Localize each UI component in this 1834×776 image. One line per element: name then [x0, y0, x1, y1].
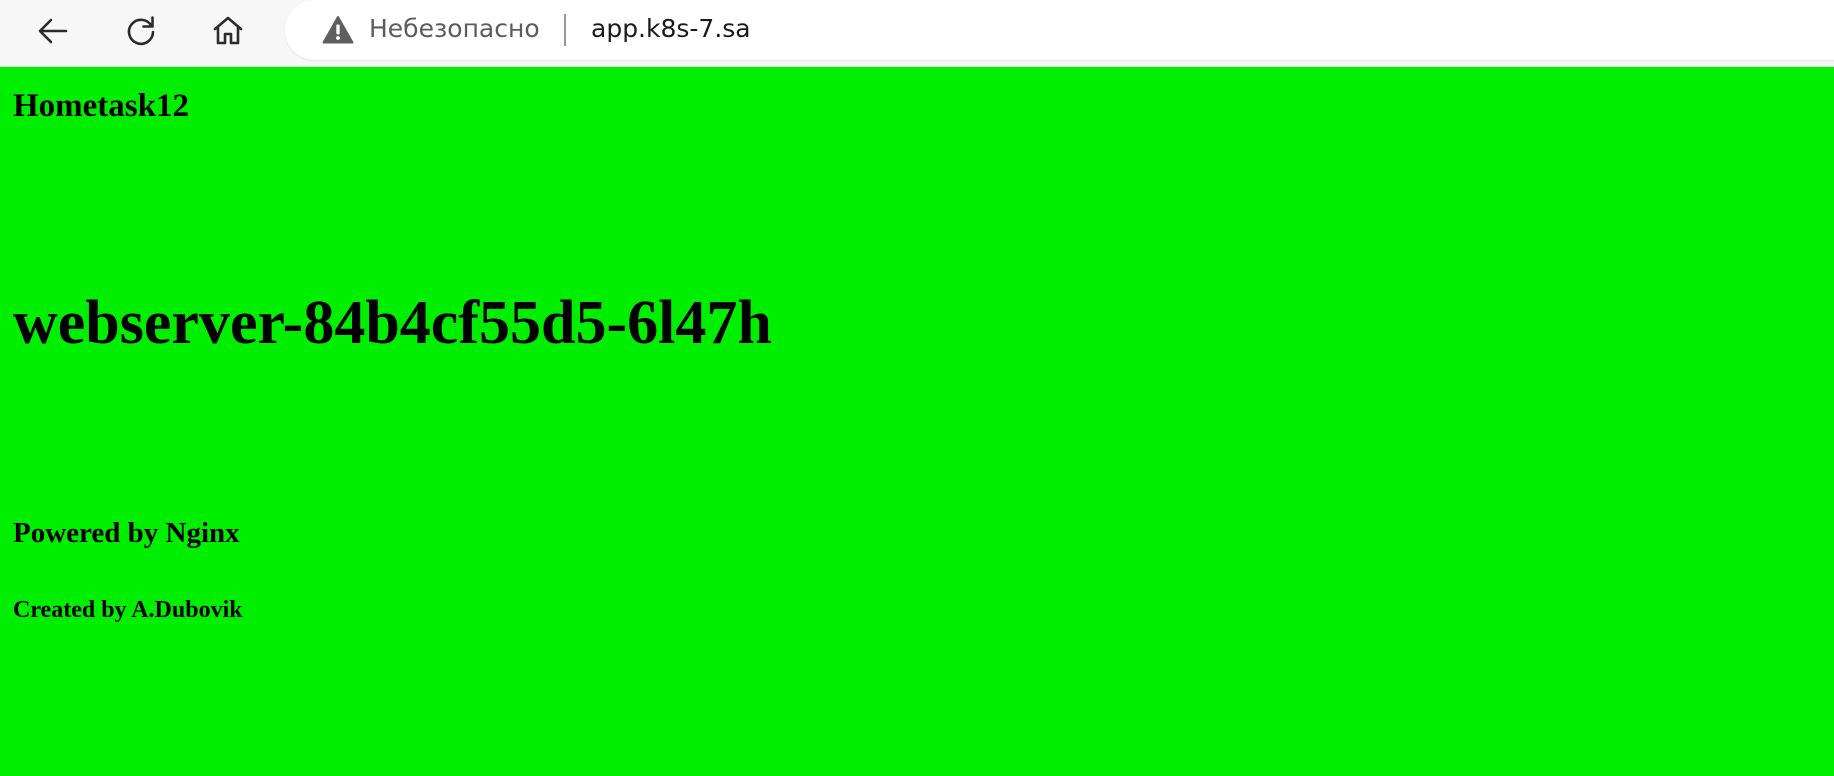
- home-icon: [213, 16, 243, 45]
- address-bar[interactable]: Небезопасно app.k8s-7.sa: [285, 0, 1834, 60]
- warning-triangle-icon[interactable]: [322, 15, 354, 45]
- home-button[interactable]: [206, 9, 250, 53]
- page-title: Hometask12: [13, 88, 189, 124]
- page-content: Hometask12 webserver-84b4cf55d5-6l47h Po…: [0, 68, 1834, 776]
- server-hostname: webserver-84b4cf55d5-6l47h: [13, 289, 772, 357]
- url-text[interactable]: app.k8s-7.sa: [591, 13, 751, 45]
- security-status-label[interactable]: Небезопасно: [369, 13, 540, 45]
- browser-toolbar: Небезопасно app.k8s-7.sa: [0, 0, 1834, 67]
- created-by-text: Created by A.Dubovik: [13, 597, 243, 623]
- reload-button[interactable]: [119, 9, 163, 53]
- reload-icon: [127, 16, 155, 46]
- arrow-left-icon: [38, 18, 68, 44]
- powered-by-text: Powered by Nginx: [13, 517, 240, 549]
- address-divider: [564, 14, 566, 46]
- back-button[interactable]: [31, 9, 75, 53]
